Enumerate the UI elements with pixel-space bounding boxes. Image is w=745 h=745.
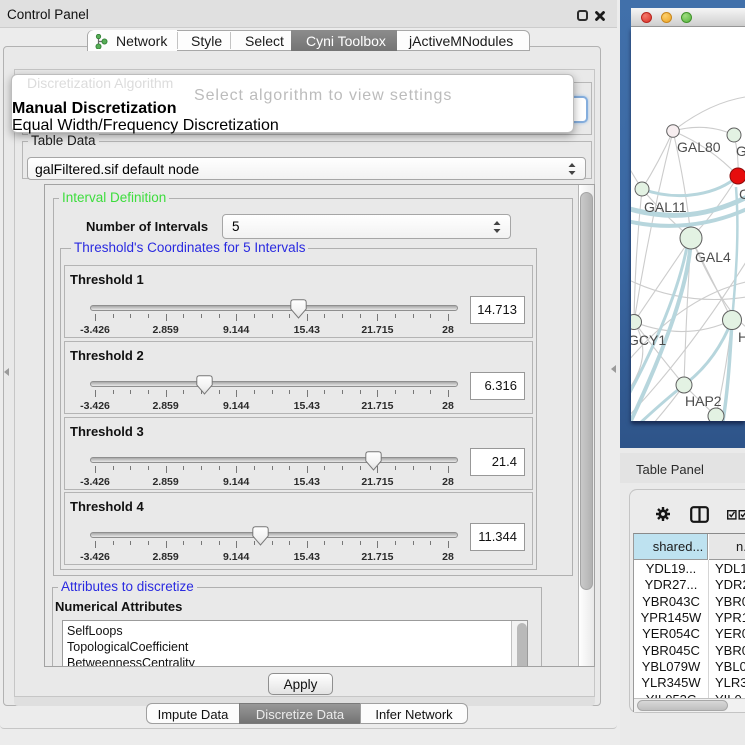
svg-text:HAP2: HAP2 — [685, 393, 722, 409]
svg-text:GAL11: GAL11 — [644, 199, 687, 215]
svg-text:GCY1: GCY1 — [631, 332, 666, 348]
svg-text:C: C — [739, 186, 745, 202]
svg-text:GAL80: GAL80 — [677, 139, 721, 155]
svg-text:H: H — [738, 329, 745, 345]
svg-text:GA: GA — [736, 143, 745, 159]
svg-text:GAL4: GAL4 — [695, 249, 731, 265]
